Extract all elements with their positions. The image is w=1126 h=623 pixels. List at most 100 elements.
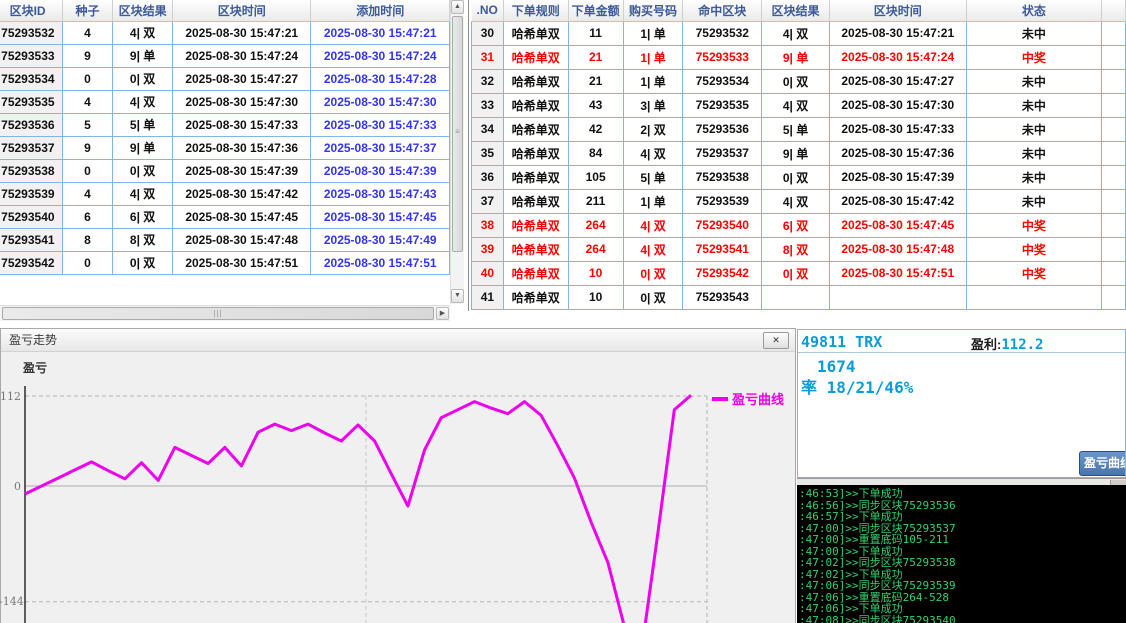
- cell: 哈希单双: [503, 93, 568, 117]
- cell: 1| 单: [623, 45, 683, 69]
- scroll-up-icon[interactable]: ▲: [451, 0, 464, 14]
- table-row[interactable]: 7529353799| 单2025-08-30 15:47:362025-08-…: [0, 136, 450, 159]
- column-header[interactable]: 添加时间: [311, 0, 450, 21]
- left-table-vertical-scrollbar[interactable]: ▲ ≡ ▼: [450, 0, 464, 304]
- column-header[interactable]: [1102, 0, 1126, 21]
- column-header[interactable]: 种子: [62, 0, 112, 21]
- column-header[interactable]: 命中区块: [683, 0, 762, 21]
- cell: 36: [472, 165, 504, 189]
- cell: 哈希单双: [503, 237, 568, 261]
- left-table-horizontal-scrollbar[interactable]: ||| ▶: [0, 305, 450, 321]
- cell: 6| 双: [113, 205, 173, 228]
- table-row[interactable]: 7529353399| 单2025-08-30 15:47:242025-08-…: [0, 44, 450, 67]
- log-console[interactable]: :46:53]>>下单成功:46:56]>>同步区块75293536:46:57…: [797, 485, 1126, 623]
- cell: 未中: [966, 165, 1102, 189]
- table-row[interactable]: 33哈希单双433| 单752935354| 双2025-08-30 15:47…: [472, 93, 1126, 117]
- cell: 0| 双: [113, 159, 173, 182]
- cell: 2025-08-30 15:47:27: [829, 69, 966, 93]
- table-row[interactable]: 37哈希单双2111| 单752935394| 双2025-08-30 15:4…: [472, 189, 1126, 213]
- chart-window-titlebar[interactable]: 盈亏走势 ✕: [1, 329, 795, 352]
- profit-readout: 盈利:112.2: [971, 334, 1044, 353]
- cell: [966, 285, 1102, 309]
- column-header[interactable]: 状态: [966, 0, 1102, 21]
- cell: 75293538: [0, 159, 62, 182]
- table-row[interactable]: 7529354188| 双2025-08-30 15:47:482025-08-…: [0, 228, 450, 251]
- profit-curve-button[interactable]: 盈亏曲线: [1079, 451, 1126, 476]
- column-header[interactable]: 区块时间: [172, 0, 311, 21]
- table-row[interactable]: 36哈希单双1055| 单752935380| 双2025-08-30 15:4…: [472, 165, 1126, 189]
- column-header[interactable]: 下单规则: [503, 0, 568, 21]
- profit-label: 盈利:: [971, 337, 1001, 352]
- table-row[interactable]: 38哈希单双2644| 双752935406| 双2025-08-30 15:4…: [472, 213, 1126, 237]
- table-row[interactable]: 7529354200| 双2025-08-30 15:47:512025-08-…: [0, 251, 450, 274]
- cell: 9| 单: [113, 136, 173, 159]
- table-row[interactable]: 7529353544| 双2025-08-30 15:47:302025-08-…: [0, 90, 450, 113]
- table-row[interactable]: 7529353244| 双2025-08-30 15:47:212025-08-…: [0, 21, 450, 44]
- chart-window-title: 盈亏走势: [9, 333, 57, 347]
- profit-value: 112.2: [1001, 337, 1043, 353]
- table-row[interactable]: 32哈希单双211| 单752935340| 双2025-08-30 15:47…: [472, 69, 1126, 93]
- horizontal-scroll-thumb[interactable]: |||: [2, 307, 434, 320]
- cell: 6| 双: [762, 213, 830, 237]
- cell: 75293536: [0, 113, 62, 136]
- log-line: :47:00]>>重置底码105-211: [799, 534, 1126, 546]
- legend-line-swatch: [712, 397, 728, 401]
- cell: 0: [62, 159, 112, 182]
- console-horizontal-scrollbar[interactable]: [797, 478, 1126, 485]
- cell: 10: [568, 261, 623, 285]
- cell: 105: [568, 165, 623, 189]
- cell: 38: [472, 213, 504, 237]
- cell: 84: [568, 141, 623, 165]
- scroll-down-icon[interactable]: ▼: [451, 289, 464, 303]
- cell: 264: [568, 213, 623, 237]
- cell: 0: [62, 67, 112, 90]
- column-header[interactable]: 区块结果: [762, 0, 830, 21]
- cell: 5| 单: [113, 113, 173, 136]
- column-header[interactable]: 区块时间: [829, 0, 966, 21]
- cell: 21: [568, 45, 623, 69]
- cell: 中奖: [966, 261, 1102, 285]
- cell: 4| 双: [113, 21, 173, 44]
- cell: 75293542: [0, 251, 62, 274]
- table-row[interactable]: 35哈希单双844| 双752935379| 单2025-08-30 15:47…: [472, 141, 1126, 165]
- column-header[interactable]: 区块结果: [113, 0, 173, 21]
- cell: 2025-08-30 15:47:49: [311, 228, 450, 251]
- cell: 2025-08-30 15:47:24: [311, 44, 450, 67]
- column-header[interactable]: 购买号码: [623, 0, 683, 21]
- cell: 3| 单: [623, 93, 683, 117]
- table-row[interactable]: 7529353655| 单2025-08-30 15:47:332025-08-…: [0, 113, 450, 136]
- column-header[interactable]: 区块ID: [0, 0, 62, 21]
- app-window: 区块ID种子区块结果区块时间添加时间7529353244| 双2025-08-3…: [0, 0, 1126, 623]
- cell: 5| 单: [762, 117, 830, 141]
- table-row[interactable]: 7529354066| 双2025-08-30 15:47:452025-08-…: [0, 205, 450, 228]
- column-header[interactable]: 下单金额: [568, 0, 623, 21]
- table-row[interactable]: 7529353800| 双2025-08-30 15:47:392025-08-…: [0, 159, 450, 182]
- cell: 4: [62, 90, 112, 113]
- column-header[interactable]: .NO: [472, 0, 504, 21]
- close-icon[interactable]: ✕: [763, 332, 789, 349]
- cell: [1102, 69, 1126, 93]
- cell: 35: [472, 141, 504, 165]
- vertical-scroll-thumb[interactable]: ≡: [452, 16, 463, 252]
- cell: 未中: [966, 21, 1102, 45]
- table-row[interactable]: 30哈希单双111| 单752935324| 双2025-08-30 15:47…: [472, 21, 1126, 45]
- cell: 哈希单双: [503, 69, 568, 93]
- cell: 75293535: [683, 93, 762, 117]
- table-row[interactable]: 41哈希单双100| 双75293543: [472, 285, 1126, 309]
- cell: 4| 双: [762, 189, 830, 213]
- table-row[interactable]: 7529353400| 双2025-08-30 15:47:272025-08-…: [0, 67, 450, 90]
- table-row[interactable]: 31哈希单双211| 单752935339| 单2025-08-30 15:47…: [472, 45, 1126, 69]
- table-row[interactable]: 39哈希单双2644| 双752935418| 双2025-08-30 15:4…: [472, 237, 1126, 261]
- cell: [1102, 117, 1126, 141]
- chart-legend: 盈亏曲线: [712, 389, 784, 408]
- table-row[interactable]: 40哈希单双100| 双752935420| 双2025-08-30 15:47…: [472, 261, 1126, 285]
- table-row[interactable]: 7529353944| 双2025-08-30 15:47:422025-08-…: [0, 182, 450, 205]
- cell: 75293534: [0, 67, 62, 90]
- cell: 75293533: [683, 45, 762, 69]
- cell: 9| 单: [113, 44, 173, 67]
- table-row[interactable]: 34哈希单双422| 双752935365| 单2025-08-30 15:47…: [472, 117, 1126, 141]
- cell: 2025-08-30 15:47:33: [829, 117, 966, 141]
- scroll-right-icon[interactable]: ▶: [436, 307, 449, 320]
- cell: 42: [568, 117, 623, 141]
- cell: 8| 双: [113, 228, 173, 251]
